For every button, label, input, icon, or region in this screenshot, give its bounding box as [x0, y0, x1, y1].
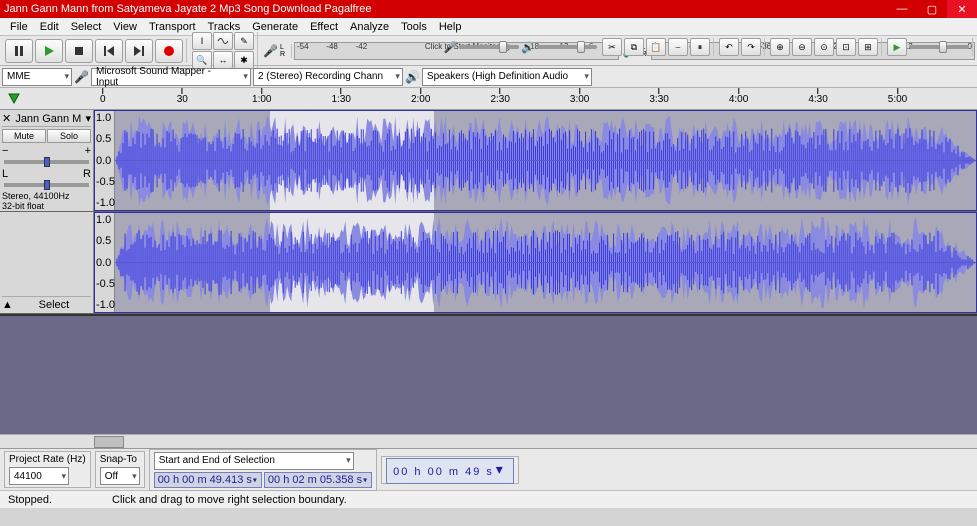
track-right-channel: ▲ Select 1.00.50.0-0.5-1.0	[0, 212, 977, 314]
menu-tracks[interactable]: Tracks	[202, 21, 247, 33]
titlebar: Jann Gann Mann from Satyameva Jayate 2 M…	[0, 0, 977, 18]
paste-button[interactable]: 📋	[646, 38, 666, 56]
amplitude-scale-2: 1.00.50.0-0.5-1.0	[95, 213, 115, 312]
track-close-icon[interactable]: ✕	[2, 112, 11, 125]
menu-help[interactable]: Help	[433, 21, 468, 33]
playhead-icon	[8, 93, 20, 105]
menu-edit[interactable]: Edit	[34, 21, 65, 33]
track-left-channel: ✕Jann Gann M▾ Mute Solo −+ LR Stereo, 44…	[0, 110, 977, 212]
menu-generate[interactable]: Generate	[246, 21, 304, 33]
maximize-button[interactable]: ▢	[917, 0, 947, 18]
tracks-area: ✕Jann Gann M▾ Mute Solo −+ LR Stereo, 44…	[0, 110, 977, 314]
speaker-icon-2: 🔊	[405, 70, 420, 84]
audio-position-display[interactable]: 00 h 00 m 49 s▾	[386, 458, 514, 484]
silence-button[interactable]: ⏸	[690, 38, 710, 56]
mute-button[interactable]: Mute	[2, 129, 46, 143]
status-hint: Click and drag to move right selection b…	[112, 494, 347, 506]
channels-select[interactable]: 2 (Stereo) Recording Chann	[253, 68, 403, 86]
horizontal-scrollbar[interactable]	[0, 434, 977, 448]
snap-select[interactable]: Off	[100, 467, 140, 485]
device-toolbar: MME 🎤 Microsoft Sound Mapper - Input 2 (…	[0, 66, 977, 88]
menu-tools[interactable]: Tools	[395, 21, 433, 33]
track-control-panel: ✕Jann Gann M▾ Mute Solo −+ LR Stereo, 44…	[0, 110, 94, 211]
mic-icon-2: 🎤	[74, 70, 89, 84]
select-track-button[interactable]: Select	[17, 299, 91, 311]
skip-start-button[interactable]	[95, 39, 123, 63]
mic-icon: 🎤	[263, 44, 278, 58]
statusbar: Stopped. Click and drag to move right se…	[0, 490, 977, 508]
snap-label: Snap-To	[100, 454, 140, 465]
waveform-right[interactable]: 1.00.50.0-0.5-1.0	[94, 212, 977, 313]
zoom-toggle-button[interactable]: ⊞	[858, 38, 878, 56]
zoom-in-button[interactable]: ⊕	[770, 38, 790, 56]
empty-tracks-area[interactable]	[0, 314, 977, 434]
track-menu-icon[interactable]: ▾	[85, 112, 91, 125]
zoom-fit-button[interactable]: ⊡	[836, 38, 856, 56]
menu-effect[interactable]: Effect	[304, 21, 344, 33]
zoom-out-button[interactable]: ⊖	[792, 38, 812, 56]
skip-end-button[interactable]	[125, 39, 153, 63]
status-state: Stopped.	[8, 494, 52, 506]
redo-button[interactable]: ↷	[741, 38, 761, 56]
timeline-ruler[interactable]: 0301:001:302:002:303:003:304:004:305:00	[0, 88, 977, 110]
copy-button[interactable]: ⧉	[624, 38, 644, 56]
selection-start-input[interactable]: 00 h 00 m 49.413 s▾	[154, 472, 262, 488]
meter-lr-label: LR	[280, 44, 285, 58]
input-device-select[interactable]: Microsoft Sound Mapper - Input	[91, 68, 251, 86]
envelope-tool[interactable]	[213, 32, 233, 50]
selection-mode-select[interactable]: Start and End of Selection	[154, 452, 354, 470]
record-button[interactable]	[155, 39, 183, 63]
track-format-info: Stereo, 44100Hz 32-bit float	[2, 191, 91, 211]
pause-button[interactable]	[5, 39, 33, 63]
stop-button[interactable]	[65, 39, 93, 63]
menu-analyze[interactable]: Analyze	[344, 21, 395, 33]
undo-button[interactable]: ↶	[719, 38, 739, 56]
record-volume-slider[interactable]: 🎤	[444, 41, 520, 54]
menu-select[interactable]: Select	[65, 21, 108, 33]
menu-file[interactable]: File	[4, 21, 34, 33]
cut-button[interactable]: ✂	[602, 38, 622, 56]
project-rate-select[interactable]: 44100	[9, 467, 69, 485]
solo-button[interactable]: Solo	[47, 129, 91, 143]
minimize-button[interactable]: —	[887, 0, 917, 18]
menu-transport[interactable]: Transport	[143, 21, 202, 33]
speed-slider[interactable]	[909, 45, 969, 49]
selection-tool[interactable]: I	[192, 32, 212, 50]
track-name[interactable]: Jann Gann M	[15, 113, 81, 125]
selection-toolbar: Project Rate (Hz) 44100 Snap-To Off Star…	[0, 448, 977, 490]
play-at-speed-button[interactable]: ▶	[887, 38, 907, 56]
gain-slider[interactable]	[4, 160, 89, 164]
selection-end-input[interactable]: 00 h 02 m 05.358 s▾	[264, 472, 372, 488]
pan-slider[interactable]	[4, 183, 89, 187]
output-device-select[interactable]: Speakers (High Definition Audio	[422, 68, 592, 86]
multi-tool[interactable]: ✱	[234, 51, 254, 69]
project-rate-label: Project Rate (Hz)	[9, 454, 86, 465]
trim-button[interactable]: ⎯	[668, 38, 688, 56]
menu-view[interactable]: View	[107, 21, 143, 33]
track-control-panel-bottom: ▲ Select	[0, 212, 94, 313]
window-buttons: — ▢ ✕	[887, 0, 977, 18]
zoom-fit-sel-button[interactable]: ⊙	[814, 38, 834, 56]
audio-host-select[interactable]: MME	[2, 68, 72, 86]
play-button[interactable]	[35, 39, 63, 63]
waveform-left[interactable]: 1.00.50.0-0.5-1.0	[94, 110, 977, 211]
menubar: File Edit Select View Transport Tracks G…	[0, 18, 977, 36]
amplitude-scale: 1.00.50.0-0.5-1.0	[95, 111, 115, 210]
collapse-icon[interactable]: ▲	[2, 299, 13, 311]
play-volume-slider[interactable]: 🔊	[521, 41, 597, 54]
close-button[interactable]: ✕	[947, 0, 977, 18]
window-title: Jann Gann Mann from Satyameva Jayate 2 M…	[4, 3, 372, 15]
draw-tool[interactable]: ✎	[234, 32, 254, 50]
